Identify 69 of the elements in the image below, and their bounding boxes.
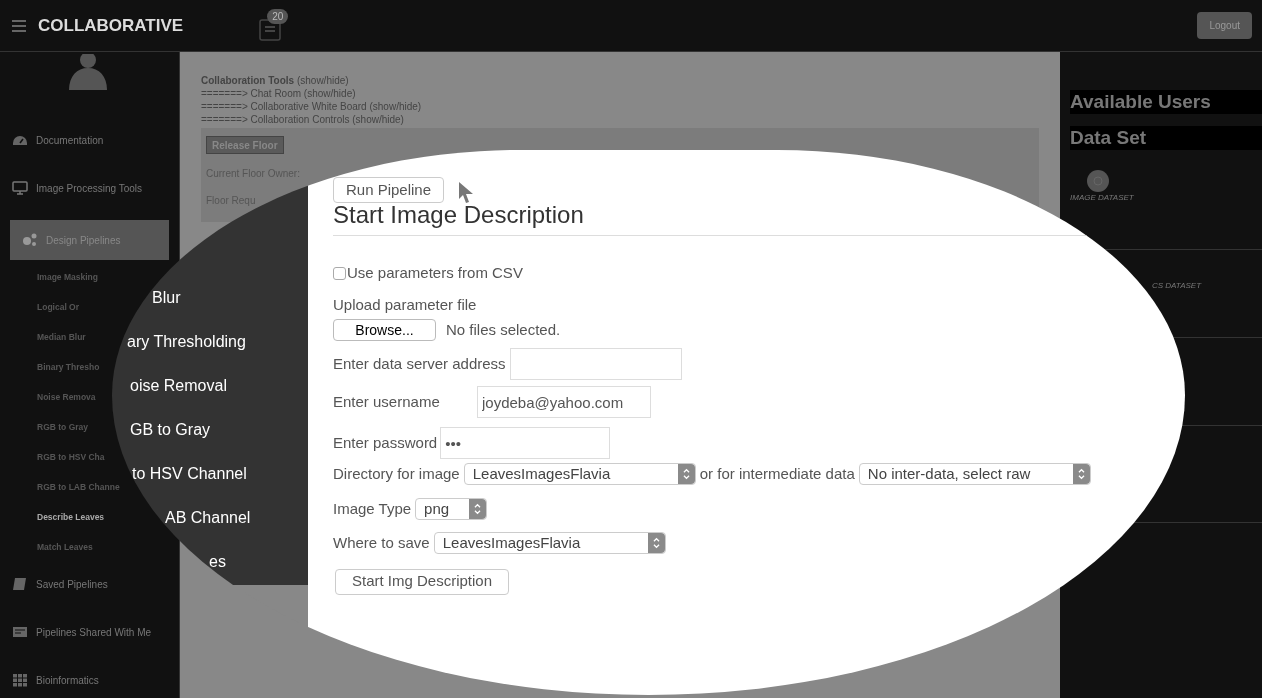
select-arrows-icon bbox=[677, 464, 695, 485]
message-icon[interactable] bbox=[259, 18, 282, 41]
nav-item[interactable]: Saved Pipelines bbox=[0, 564, 179, 604]
magnified-menu-text: es bbox=[209, 552, 226, 572]
run-pipeline-button[interactable]: Run Pipeline bbox=[333, 177, 445, 203]
notification-badge: 20 bbox=[267, 8, 289, 24]
pipeline-item[interactable]: Noise Remova bbox=[37, 382, 96, 412]
select-arrows-icon bbox=[469, 498, 487, 519]
gears-icon bbox=[22, 232, 38, 248]
app-title: COLLABORATIVE bbox=[38, 14, 184, 37]
image-type-select[interactable]: png bbox=[415, 497, 488, 520]
pipeline-item[interactable]: RGB to LAB Channe bbox=[37, 472, 120, 502]
save-location-label: Where to save bbox=[333, 533, 430, 553]
select-arrows-icon bbox=[1072, 464, 1090, 485]
logout-button[interactable]: Logout bbox=[1197, 12, 1252, 39]
directory-label: Directory for image bbox=[333, 464, 460, 484]
nav-item[interactable]: Documentation bbox=[0, 120, 179, 160]
pipeline-item[interactable]: Image Masking bbox=[37, 262, 98, 292]
file-status-text: No files selected. bbox=[446, 319, 561, 340]
magnified-menu-text: GB to Gray bbox=[130, 420, 211, 440]
panel-heading: Data Set bbox=[1070, 126, 1262, 150]
select-arrows-icon bbox=[647, 533, 665, 554]
browse-button[interactable]: Browse... bbox=[333, 318, 436, 341]
pipeline-item[interactable]: RGB to Gray bbox=[37, 412, 88, 442]
grid-icon bbox=[12, 672, 28, 688]
pipeline-item[interactable]: Binary Thresho bbox=[37, 352, 100, 382]
collaboration-link[interactable]: =======> Collaborative White Board (show/hide) bbox=[201, 100, 1039, 113]
pipeline-item[interactable]: Describe Leaves bbox=[37, 502, 105, 532]
csv-option-label: Use parameters from CSV bbox=[347, 262, 523, 283]
collaboration-link[interactable]: =======> Chat Room (show/hide) bbox=[201, 87, 1039, 100]
server-address-field[interactable] bbox=[509, 348, 682, 380]
magnified-menu-text: oise Removal bbox=[130, 376, 227, 396]
form-title: Start Image Description bbox=[333, 200, 585, 230]
save-location-select[interactable]: LeavesImagesFlavia bbox=[433, 532, 666, 555]
password-field[interactable]: ••• bbox=[440, 427, 611, 459]
username-field[interactable]: joydeba@yahoo.com bbox=[477, 386, 651, 418]
collaboration-link[interactable]: =======> Collaboration Controls (show/hide) bbox=[201, 113, 1039, 126]
server-address-label: Enter data server address bbox=[333, 353, 506, 374]
pipeline-item[interactable]: Logical Or bbox=[37, 292, 80, 322]
menu-icon[interactable] bbox=[12, 19, 26, 32]
panel-heading: Available Users bbox=[1070, 90, 1262, 114]
intermediate-select[interactable]: No inter-data, select raw bbox=[858, 463, 1091, 486]
nav-item[interactable]: Pipelines Shared With Me bbox=[0, 612, 179, 652]
dataset-icon[interactable] bbox=[1087, 170, 1109, 192]
nav-item[interactable]: Image Processing Tools bbox=[0, 168, 179, 208]
collaboration-link[interactable]: Collaboration Tools (show/hide) bbox=[201, 74, 1039, 87]
password-label: Enter password bbox=[333, 432, 438, 453]
intermediate-label: or for intermediate data bbox=[699, 464, 855, 484]
start-description-button[interactable]: Start Img Description bbox=[335, 568, 510, 595]
image-type-label: Image Type bbox=[333, 498, 412, 519]
book-icon bbox=[12, 576, 28, 592]
csv-checkbox[interactable] bbox=[333, 266, 346, 280]
monitor-icon bbox=[12, 180, 28, 196]
pipeline-item[interactable]: RGB to HSV Cha bbox=[37, 442, 105, 472]
magnified-menu-text: Blur bbox=[152, 288, 181, 308]
nav-item[interactable]: Bioinformatics bbox=[0, 660, 179, 698]
dataset-caption: IMAGE DATASET bbox=[1070, 192, 1134, 204]
directory-select[interactable]: LeavesImagesFlavia bbox=[463, 463, 696, 486]
magnified-menu-text: to HSV Channel bbox=[132, 464, 247, 484]
list-icon bbox=[12, 624, 28, 640]
magnified-menu-text: AB Channel bbox=[165, 508, 251, 528]
magnified-menu-text: ary Thresholding bbox=[127, 332, 246, 352]
upload-label: Upload parameter file bbox=[333, 295, 478, 315]
user-avatar-icon bbox=[67, 54, 109, 90]
dataset-caption: CS DATASET bbox=[1152, 280, 1202, 292]
username-label: Enter username bbox=[333, 391, 441, 412]
cursor-icon bbox=[458, 181, 475, 203]
pipeline-item[interactable]: Median Blur bbox=[37, 322, 86, 352]
pipeline-item[interactable]: Match Leaves bbox=[37, 532, 93, 562]
